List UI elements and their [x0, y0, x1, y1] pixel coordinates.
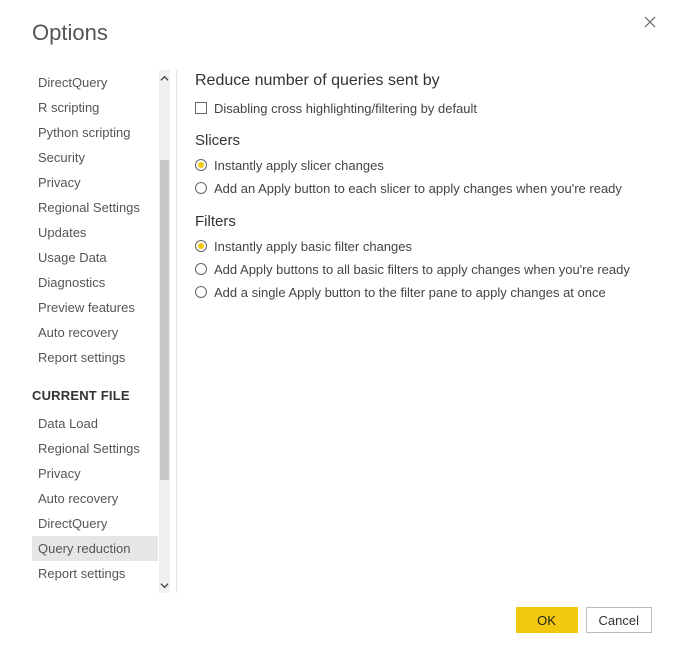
scroll-down-button[interactable]: [159, 577, 170, 593]
filters-heading: Filters: [195, 213, 652, 230]
slicers-heading: Slicers: [195, 132, 652, 149]
dialog-footer: OK Cancel: [32, 593, 652, 633]
radio-label: Instantly apply slicer changes: [214, 157, 384, 175]
radio-label: Add Apply buttons to all basic filters t…: [214, 261, 630, 279]
cancel-button[interactable]: Cancel: [586, 607, 652, 633]
scrollbar-track[interactable]: [159, 70, 170, 593]
ok-button[interactable]: OK: [516, 607, 578, 633]
slicer-option[interactable]: Add an Apply button to each slicer to ap…: [195, 180, 652, 198]
scrollbar-thumb[interactable]: [160, 160, 169, 480]
sidebar-item[interactable]: Privacy: [32, 461, 158, 486]
checkbox-disable-crosshighlight[interactable]: Disabling cross highlighting/filtering b…: [195, 100, 652, 118]
filter-option[interactable]: Add a single Apply button to the filter …: [195, 284, 652, 302]
scroll-up-button[interactable]: [159, 70, 170, 86]
sidebar: DirectQueryR scriptingPython scriptingSe…: [32, 70, 170, 593]
chevron-up-icon: [160, 74, 169, 83]
main-panel: Reduce number of queries sent by Disabli…: [195, 70, 652, 593]
sidebar-item[interactable]: R scripting: [32, 95, 158, 120]
radio-icon: [195, 263, 207, 275]
sidebar-item[interactable]: Query reduction: [32, 536, 158, 561]
close-icon: [644, 16, 656, 28]
radio-icon: [195, 286, 207, 298]
sidebar-item[interactable]: Data Load: [32, 411, 158, 436]
sidebar-item[interactable]: Diagnostics: [32, 270, 158, 295]
sidebar-item[interactable]: Report settings: [32, 345, 158, 370]
slicer-radio-group: Instantly apply slicer changes Add an App…: [195, 157, 652, 198]
sidebar-item[interactable]: Regional Settings: [32, 436, 158, 461]
sidebar-item[interactable]: Updates: [32, 220, 158, 245]
filter-option[interactable]: Add Apply buttons to all basic filters t…: [195, 261, 652, 279]
sidebar-item[interactable]: Auto recovery: [32, 486, 158, 511]
sidebar-item[interactable]: Privacy: [32, 170, 158, 195]
options-dialog: Options DirectQueryR scriptingPython scr…: [0, 0, 676, 651]
dialog-title: Options: [32, 20, 652, 46]
sidebar-item[interactable]: Report settings: [32, 561, 158, 586]
content-row: DirectQueryR scriptingPython scriptingSe…: [32, 70, 652, 593]
vertical-divider: [176, 70, 177, 593]
radio-label: Add an Apply button to each slicer to ap…: [214, 180, 622, 198]
radio-icon: [195, 159, 207, 171]
sidebar-item[interactable]: Security: [32, 145, 158, 170]
main-heading: Reduce number of queries sent by: [195, 72, 652, 90]
slicer-option[interactable]: Instantly apply slicer changes: [195, 157, 652, 175]
chevron-down-icon: [160, 581, 169, 590]
sidebar-item[interactable]: Regional Settings: [32, 195, 158, 220]
filter-option[interactable]: Instantly apply basic filter changes: [195, 238, 652, 256]
checkbox-icon: [195, 102, 207, 114]
radio-icon: [195, 240, 207, 252]
radio-icon: [195, 182, 207, 194]
sidebar-item[interactable]: Auto recovery: [32, 320, 158, 345]
sidebar-list: DirectQueryR scriptingPython scriptingSe…: [32, 70, 158, 593]
close-button[interactable]: [640, 12, 660, 32]
sidebar-item[interactable]: Preview features: [32, 295, 158, 320]
filter-radio-group: Instantly apply basic filter changes Add …: [195, 238, 652, 303]
sidebar-item[interactable]: Python scripting: [32, 120, 158, 145]
sidebar-section-header: CURRENT FILE: [32, 370, 158, 411]
sidebar-item[interactable]: DirectQuery: [32, 70, 158, 95]
radio-label: Add a single Apply button to the filter …: [214, 284, 606, 302]
radio-label: Instantly apply basic filter changes: [214, 238, 412, 256]
sidebar-item[interactable]: Usage Data: [32, 245, 158, 270]
checkbox-label: Disabling cross highlighting/filtering b…: [214, 100, 477, 118]
sidebar-item[interactable]: DirectQuery: [32, 511, 158, 536]
